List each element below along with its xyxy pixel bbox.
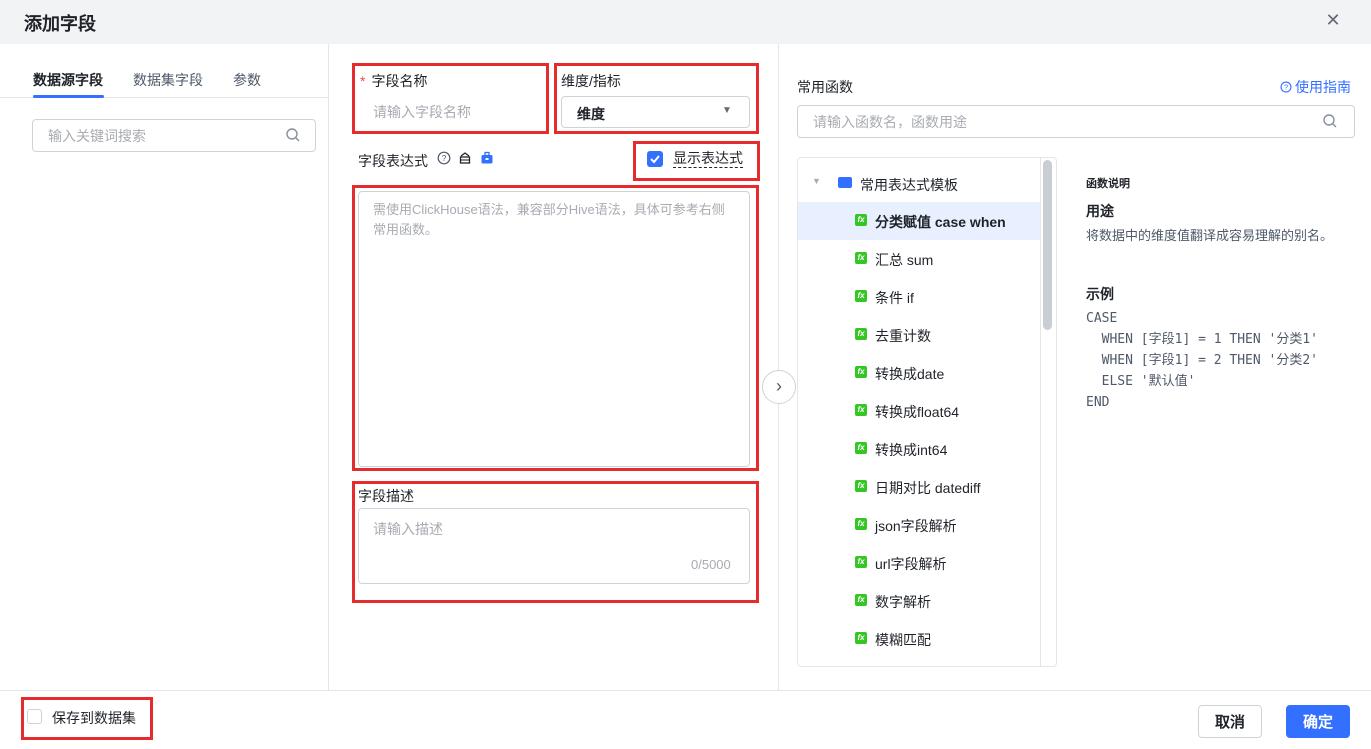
function-icon: fx <box>855 518 867 530</box>
required-mark: * <box>360 73 366 89</box>
function-search-box <box>797 105 1355 138</box>
confirm-button[interactable]: 确定 <box>1286 705 1350 738</box>
example-code: CASE WHEN [字段1] = 1 THEN '分类1' WHEN [字段1… <box>1086 311 1319 410</box>
function-icon: fx <box>855 442 867 454</box>
show-expression-label[interactable]: 显示表达式 <box>673 149 743 168</box>
dialog-header: 添加字段 ✕ <box>0 0 1371 44</box>
dimension-metric-value: 维度 <box>577 106 605 122</box>
field-search-input[interactable] <box>33 120 263 151</box>
function-item[interactable]: fx 汇总 sum <box>798 240 1040 278</box>
function-icon: fx <box>855 328 867 340</box>
usage-guide-link[interactable]: ? 使用指南 <box>1280 77 1351 97</box>
svg-text:?: ? <box>442 153 447 163</box>
function-item-label: 转换成int64 <box>875 442 948 458</box>
function-item[interactable]: fx json字段解析 <box>798 506 1040 544</box>
function-item[interactable]: fx url字段解析 <box>798 544 1040 582</box>
help-icon[interactable]: ? <box>437 151 451 165</box>
function-item[interactable]: fx 条件 if <box>798 278 1040 316</box>
usage-text: 将数据中的维度值翻译成容易理解的别名。 <box>1086 228 1334 243</box>
caret-down-icon: ▼ <box>722 105 732 116</box>
field-description-input[interactable] <box>358 508 750 584</box>
function-item[interactable]: fx 转换成int64 <box>798 430 1040 468</box>
function-item-label: 转换成float64 <box>875 404 960 420</box>
active-tab-indicator <box>33 95 104 98</box>
search-icon[interactable] <box>1322 113 1338 129</box>
function-tree: ▼ 常用表达式模板 fx 分类赋值 case when fx 汇总 sum fx 条件 i… <box>797 157 1057 667</box>
function-item[interactable]: fx 模糊匹配 <box>798 620 1040 658</box>
field-search-box <box>32 119 316 152</box>
function-item[interactable]: fx 转换成float64 <box>798 392 1040 430</box>
function-item-label: 去重计数 <box>875 328 931 344</box>
function-item-label: url字段解析 <box>875 556 947 572</box>
collapse-panel-button[interactable]: › <box>762 370 796 404</box>
field-description-label: 字段描述 <box>358 488 414 504</box>
function-doc-title: 函数说明 <box>1086 178 1130 190</box>
dialog-title: 添加字段 <box>24 14 96 34</box>
save-to-dataset-label[interactable]: 保存到数据集 <box>52 708 136 728</box>
function-search-input[interactable] <box>798 106 1278 137</box>
function-icon: fx <box>855 632 867 644</box>
function-icon: fx <box>855 404 867 416</box>
search-icon[interactable] <box>285 127 301 143</box>
dimension-metric-select[interactable]: 维度 ▼ <box>561 96 750 128</box>
function-icon: fx <box>855 214 867 226</box>
dimension-metric-label: 维度/指标 <box>561 73 621 89</box>
function-icon: fx <box>855 594 867 606</box>
example-heading: 示例 <box>1086 286 1114 302</box>
tab-datasource-fields[interactable]: 数据源字段 <box>33 70 103 90</box>
field-expression-editor[interactable] <box>358 191 750 467</box>
left-divider <box>328 44 329 690</box>
tree-folder-label: 常用表达式模板 <box>860 177 958 193</box>
tree-folder-templates[interactable]: ▼ 常用表达式模板 <box>798 168 1038 200</box>
description-char-counter: 0/5000 <box>691 557 731 572</box>
function-item-label: 汇总 sum <box>875 252 934 268</box>
tab-parameters[interactable]: 参数 <box>233 70 261 90</box>
chevron-right-icon: › <box>776 376 782 396</box>
show-expression-checkbox[interactable] <box>647 151 663 167</box>
help-icon: ? <box>1280 81 1292 93</box>
tab-dataset-fields[interactable]: 数据集字段 <box>133 70 203 90</box>
field-name-label: * 字段名称 <box>360 73 428 89</box>
toolbox-icon[interactable] <box>458 151 472 165</box>
function-item[interactable]: fx 日期对比 datediff <box>798 468 1040 506</box>
functions-title: 常用函数 <box>797 79 853 95</box>
folder-icon <box>838 177 852 188</box>
function-item[interactable]: fx 去重计数 <box>798 316 1040 354</box>
function-icon: fx <box>855 252 867 264</box>
svg-text:?: ? <box>1284 83 1288 92</box>
footer-divider <box>0 690 1371 691</box>
function-item-label: 条件 if <box>875 290 914 306</box>
caret-down-icon[interactable]: ▼ <box>812 176 821 186</box>
function-item-label: 数字解析 <box>875 594 931 610</box>
function-item-label: 模糊匹配 <box>875 632 931 648</box>
cancel-button[interactable]: 取消 <box>1198 705 1262 738</box>
function-icon: fx <box>855 480 867 492</box>
function-icon: fx <box>855 366 867 378</box>
field-expression-label: 字段表达式 <box>358 153 428 169</box>
right-divider <box>778 44 779 690</box>
function-item-label: 转换成date <box>875 366 945 382</box>
close-icon[interactable]: ✕ <box>1323 10 1343 30</box>
usage-heading: 用途 <box>1086 203 1114 219</box>
function-item-label: json字段解析 <box>875 518 957 534</box>
tree-scrollbar-thumb[interactable] <box>1043 160 1052 330</box>
function-item[interactable]: fx 数字解析 <box>798 582 1040 620</box>
function-item-label: 分类赋值 case when <box>875 214 1006 230</box>
save-to-dataset-checkbox[interactable] <box>27 709 42 724</box>
function-item[interactable]: fx 转换成date <box>798 354 1040 392</box>
function-icon: fx <box>855 290 867 302</box>
function-icon: fx <box>855 556 867 568</box>
function-item[interactable]: fx 分类赋值 case when <box>798 202 1040 240</box>
check-icon <box>650 155 660 164</box>
field-source-tabs: 数据源字段 数据集字段 参数 <box>0 44 328 98</box>
case-icon[interactable] <box>480 151 494 165</box>
function-item-label: 日期对比 datediff <box>875 480 981 496</box>
field-name-input[interactable] <box>359 96 543 128</box>
